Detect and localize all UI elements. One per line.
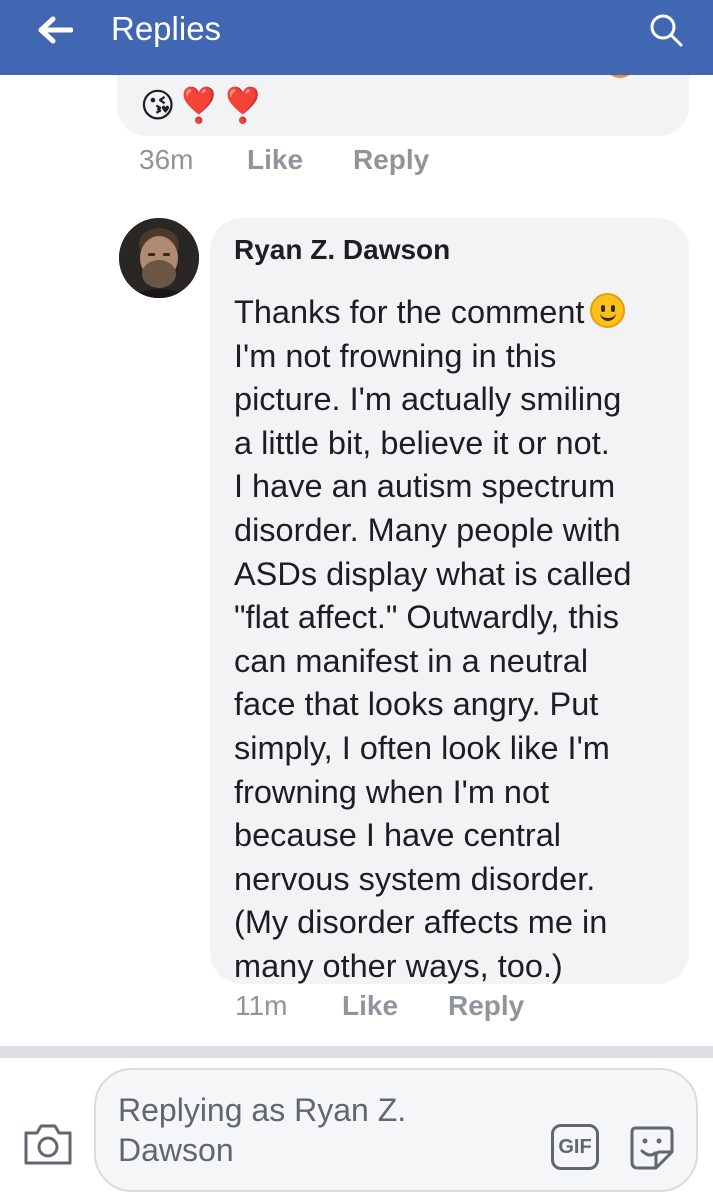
back-button[interactable] [30, 8, 80, 52]
previous-reply-actions: 36m Like Reply [139, 144, 429, 176]
camera-icon [24, 1124, 72, 1165]
avatar[interactable] [119, 218, 199, 298]
comment-bubble: Ryan Z. Dawson Thanks for the comment I'… [210, 218, 689, 984]
comment-body-text: I'm not frowning in this picture. I'm ac… [234, 337, 632, 984]
comment-author[interactable]: Ryan Z. Dawson [234, 232, 669, 274]
reply-placeholder: Replying as Ryan Z. Dawson [118, 1092, 407, 1168]
previous-reply-emojis: 😘❣️❣️ [140, 87, 267, 125]
profile-photo [119, 218, 199, 298]
comment-actions: 11m Like Reply [235, 990, 524, 1022]
slightly-smiling-face-icon [590, 293, 626, 328]
top-app-bar: Replies [0, 0, 713, 75]
camera-button[interactable] [22, 1121, 74, 1167]
comment-timestamp: 11m [235, 990, 288, 1021]
sticker-icon [630, 1126, 674, 1170]
search-icon [650, 14, 683, 47]
sticker-button[interactable] [628, 1122, 676, 1172]
reply-button[interactable]: Reply [448, 990, 524, 1022]
page-title: Replies [111, 10, 222, 47]
like-button[interactable]: Like [247, 144, 353, 176]
reply-button[interactable]: Reply [353, 144, 429, 176]
comment-text: Thanks for the comment I'm not frowning … [234, 291, 669, 989]
search-button[interactable] [644, 8, 688, 52]
arrow-left-icon [38, 16, 73, 44]
like-button[interactable]: Like [342, 990, 448, 1022]
comment-first-line: Thanks for the comment [234, 294, 585, 330]
divider [0, 1046, 713, 1058]
gif-button[interactable]: GIF [551, 1124, 599, 1170]
reply-input[interactable]: Replying as Ryan Z. Dawson GIF [94, 1068, 698, 1192]
previous-reply-timestamp: 36m [139, 144, 194, 175]
